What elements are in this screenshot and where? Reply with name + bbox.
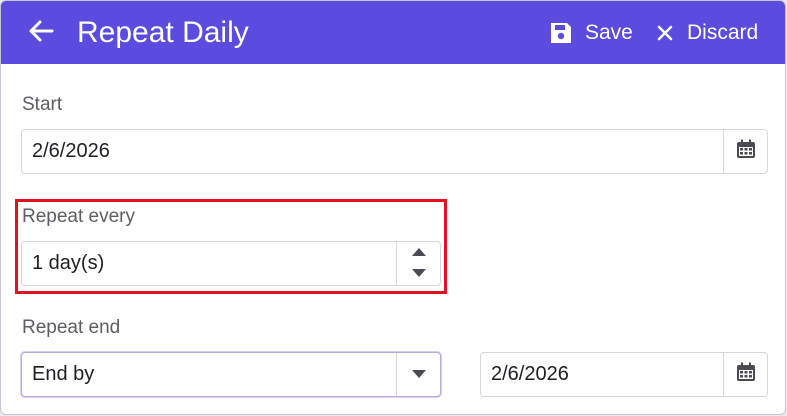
floppy-disk-icon: [549, 21, 573, 45]
save-button[interactable]: Save: [549, 15, 633, 51]
decrement-button[interactable]: [397, 264, 440, 286]
back-button[interactable]: [23, 15, 59, 51]
discard-label: Discard: [687, 21, 759, 44]
save-label: Save: [585, 21, 633, 44]
repeat-daily-dialog: Repeat Daily Save Discard Start 2/6/2026: [0, 0, 786, 415]
arrow-left-icon: [27, 17, 55, 50]
triangle-up-icon: [411, 244, 427, 262]
dropdown-toggle-button[interactable]: [396, 353, 440, 396]
page-title: Repeat Daily: [77, 16, 249, 49]
stepper-buttons: [396, 242, 440, 285]
close-icon: [653, 21, 677, 45]
calendar-icon: [735, 138, 757, 165]
repeat-every-stepper[interactable]: 1 day(s): [21, 241, 441, 286]
repeat-every-label: Repeat every: [22, 206, 136, 227]
start-label: Start: [22, 94, 63, 115]
chevron-down-icon: [411, 366, 427, 384]
triangle-down-icon: [411, 265, 427, 283]
end-date-value[interactable]: 2/6/2026: [491, 353, 569, 396]
calendar-icon: [735, 361, 757, 388]
repeat-end-dropdown[interactable]: End by: [21, 352, 441, 397]
discard-button[interactable]: Discard: [653, 15, 758, 51]
start-date-picker-button[interactable]: [723, 130, 767, 173]
repeat-end-selected-option[interactable]: End by: [32, 353, 94, 396]
end-date-picker-button[interactable]: [723, 353, 767, 396]
start-date-value[interactable]: 2/6/2026: [32, 130, 110, 173]
start-date-field[interactable]: 2/6/2026: [21, 129, 768, 174]
title-bar: Repeat Daily Save Discard: [1, 1, 785, 64]
end-date-field[interactable]: 2/6/2026: [480, 352, 768, 397]
repeat-end-label: Repeat end: [22, 317, 121, 338]
increment-button[interactable]: [397, 242, 440, 264]
repeat-every-value[interactable]: 1 day(s): [32, 242, 104, 285]
